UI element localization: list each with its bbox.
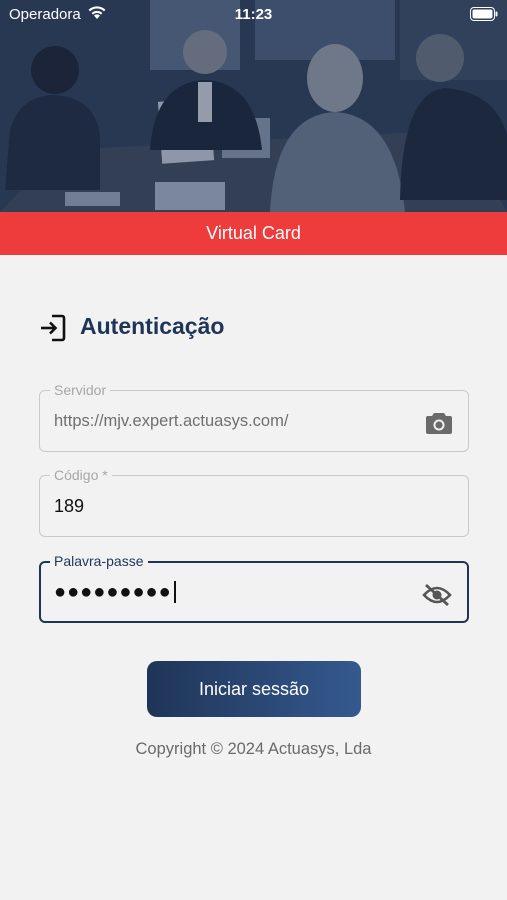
- password-field-value[interactable]: ●●●●●●●●●: [54, 562, 176, 622]
- server-field[interactable]: Servidor https://mjv.expert.actuasys.com…: [39, 381, 469, 452]
- hero-photo: [0, 0, 507, 212]
- password-dots: ●●●●●●●●●: [54, 580, 172, 603]
- text-caret: [173, 581, 176, 603]
- login-button[interactable]: Iniciar sessão: [147, 661, 361, 717]
- app-title-banner: Virtual Card: [0, 212, 507, 255]
- code-field[interactable]: Código * 189: [39, 466, 469, 537]
- app-title: Virtual Card: [206, 223, 301, 243]
- copyright-text: Copyright © 2024 Actuasys, Lda: [135, 740, 372, 758]
- camera-icon[interactable]: [425, 411, 453, 435]
- battery-icon: [470, 7, 498, 21]
- clock: 11:23: [234, 6, 273, 23]
- login-icon: [41, 314, 66, 342]
- status-bar: Operadora 11:23: [0, 0, 507, 28]
- page-title: Autenticação: [80, 313, 225, 339]
- password-field[interactable]: Palavra-passe ●●●●●●●●●: [39, 552, 469, 623]
- business-meeting-illustration: [0, 0, 507, 212]
- server-field-value[interactable]: https://mjv.expert.actuasys.com/: [54, 391, 288, 451]
- eye-off-icon[interactable]: [422, 583, 452, 607]
- code-field-value[interactable]: 189: [54, 476, 84, 536]
